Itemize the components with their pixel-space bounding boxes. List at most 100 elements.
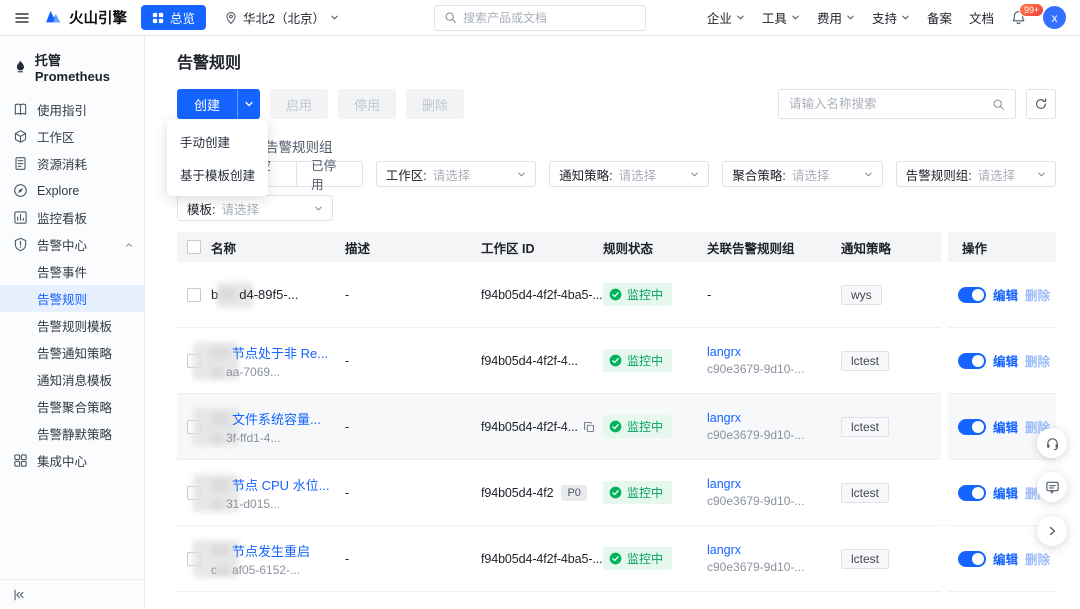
rule-description: - xyxy=(345,394,481,460)
menu-item-manual-create[interactable]: 手动创建 xyxy=(167,125,268,158)
rule-name-link[interactable]: 文件系统容量... xyxy=(232,412,321,427)
sidebar-item-notify-message-templates[interactable]: 通知消息模板 xyxy=(0,366,144,393)
sidebar-item-workspace[interactable]: 工作区 xyxy=(0,123,144,150)
rule-group-link[interactable]: langrx xyxy=(707,345,741,359)
aggregation-policy-filter-select[interactable]: 聚合策略: 请选择 xyxy=(722,161,883,187)
nav-enterprise[interactable]: 企业 xyxy=(707,8,745,27)
filter-bar: 全部 监控中 已停用 工作区: 请选择 通知策略: 请选择 聚合策略: 请选择 … xyxy=(177,159,1056,192)
nav-docs[interactable]: 文档 xyxy=(969,8,994,27)
copy-icon[interactable] xyxy=(583,421,595,433)
rule-enabled-toggle[interactable] xyxy=(958,286,986,303)
name-search-input[interactable] xyxy=(789,97,986,111)
brand-logo[interactable]: 火山引擎 xyxy=(44,7,127,28)
nav-icp[interactable]: 备案 xyxy=(927,8,952,27)
customer-service-button[interactable] xyxy=(1037,428,1067,458)
grid-icon xyxy=(14,454,27,467)
delete-button[interactable]: 删除 xyxy=(406,89,465,119)
template-filter-select[interactable]: 模板: 请选择 xyxy=(177,195,333,221)
sidebar-item-dashboards[interactable]: 监控看板 xyxy=(0,204,144,231)
rule-enabled-toggle[interactable] xyxy=(958,484,986,501)
delete-link[interactable]: 删除 xyxy=(1025,285,1050,304)
row-checkbox[interactable] xyxy=(187,551,201,566)
create-button[interactable]: 创建 xyxy=(177,89,261,119)
check-circle-icon xyxy=(609,420,622,433)
app-root: 火山引擎 总览 华北2（北京） 企业 工具 费用 支持 备案 文档 99+ x xyxy=(0,0,1080,609)
sidebar-item-alert-silence-policies[interactable]: 告警静默策略 xyxy=(0,420,144,447)
notification-bell[interactable]: 99+ xyxy=(1011,3,1045,25)
sidebar-item-alert-rules[interactable]: 告警规则 xyxy=(0,285,144,312)
enable-button[interactable]: 启用 xyxy=(270,89,329,119)
select-all-checkbox[interactable] xyxy=(187,240,201,254)
chevron-up-icon xyxy=(126,242,132,247)
alert-rules-table: 名称 描述 工作区 ID 规则状态 关联告警规则组 通知策略 操作 b d4-89… xyxy=(177,232,1056,592)
rule-group-link[interactable]: langrx xyxy=(707,543,741,557)
page-title: 告警规则 xyxy=(177,55,242,72)
edit-link[interactable]: 编辑 xyxy=(993,351,1018,370)
sidebar-item-resource-usage[interactable]: 资源消耗 xyxy=(0,150,144,177)
edit-link[interactable]: 编辑 xyxy=(993,417,1018,436)
rule-enabled-toggle[interactable] xyxy=(958,352,986,369)
chevron-down-icon xyxy=(245,101,253,107)
workspace-filter-select[interactable]: 工作区: 请选择 xyxy=(375,161,537,187)
rule-enabled-toggle[interactable] xyxy=(958,550,986,567)
nav-support[interactable]: 支持 xyxy=(872,8,910,27)
region-selector[interactable]: 华北2（北京） xyxy=(224,8,339,27)
notify-policy-filter-select[interactable]: 通知策略: 请选择 xyxy=(549,161,710,187)
disable-button[interactable]: 停用 xyxy=(338,89,397,119)
delete-link[interactable]: 删除 xyxy=(1025,351,1050,370)
rule-enabled-toggle[interactable] xyxy=(958,418,986,435)
refresh-button[interactable] xyxy=(1026,89,1056,119)
sidebar-item-alert-notify-policies[interactable]: 告警通知策略 xyxy=(0,339,144,366)
row-checkbox[interactable] xyxy=(187,287,201,302)
rule-group-id: c90e3679-9d10-... xyxy=(707,428,805,442)
sidebar-item-integration-center[interactable]: 集成中心 xyxy=(0,447,144,474)
rule-name-link[interactable]: 节点发生重启 xyxy=(232,544,310,559)
severity-chip: P0 xyxy=(561,484,587,501)
rule-group-link[interactable]: langrx xyxy=(707,411,741,425)
volcengine-logo-icon xyxy=(46,10,61,23)
tab-alert-rule-groups[interactable]: 告警规则组 xyxy=(265,136,333,156)
rule-tabs: 告警规则 告警规则组 xyxy=(177,131,1056,161)
status-filter-stopped[interactable]: 已停用 xyxy=(297,159,363,192)
edit-link[interactable]: 编辑 xyxy=(993,285,1018,304)
hamburger-menu-icon[interactable] xyxy=(14,10,30,26)
global-search[interactable] xyxy=(434,4,646,31)
col-rule-group: 关联告警规则组 xyxy=(707,232,841,262)
edit-link[interactable]: 编辑 xyxy=(993,483,1018,502)
menu-item-template-create[interactable]: 基于模板创建 xyxy=(167,158,268,191)
redaction-blur xyxy=(211,544,229,557)
delete-link[interactable]: 删除 xyxy=(1025,549,1050,568)
sidebar-item-alert-rule-templates[interactable]: 告警规则模板 xyxy=(0,312,144,339)
redaction-blur xyxy=(211,412,229,425)
nav-tools[interactable]: 工具 xyxy=(762,8,800,27)
overview-button[interactable]: 总览 xyxy=(141,5,207,30)
chevron-down-icon xyxy=(331,15,338,20)
rule-name-link[interactable]: 节点 CPU 水位... xyxy=(232,478,330,493)
name-search[interactable] xyxy=(778,89,1016,119)
expand-panel-button[interactable] xyxy=(1037,516,1067,546)
row-checkbox[interactable] xyxy=(187,485,201,500)
sidebar-item-alert-aggregation-policies[interactable]: 告警聚合策略 xyxy=(0,393,144,420)
rule-group-link[interactable]: langrx xyxy=(707,477,741,491)
location-pin-icon xyxy=(226,11,236,24)
global-search-input[interactable] xyxy=(463,10,636,25)
table-row: 节点发生重启 c af05-6152-... - f94b05d4-4f2f-4b… xyxy=(177,526,1056,592)
sidebar-item-explore[interactable]: Explore xyxy=(0,177,144,204)
status-badge: 监控中 xyxy=(603,283,673,306)
sidebar-item-guide[interactable]: 使用指引 xyxy=(0,96,144,123)
search-icon[interactable] xyxy=(992,98,1005,111)
rule-name-link[interactable]: 节点处于非 Re... xyxy=(232,346,328,361)
col-notify-policy: 通知策略 xyxy=(841,232,941,262)
survey-feedback-button[interactable] xyxy=(1037,472,1067,502)
rule-group-filter-select[interactable]: 告警规则组: 请选择 xyxy=(895,161,1056,187)
avatar[interactable]: x xyxy=(1043,6,1066,29)
edit-link[interactable]: 编辑 xyxy=(993,549,1018,568)
collapse-sidebar-icon[interactable] xyxy=(12,588,26,602)
create-dropdown-caret[interactable] xyxy=(237,89,260,119)
sidebar-item-alert-center[interactable]: 告警中心 xyxy=(0,231,144,258)
row-checkbox[interactable] xyxy=(187,353,201,368)
redaction-blur xyxy=(211,346,229,359)
nav-billing[interactable]: 费用 xyxy=(817,8,855,27)
sidebar-item-alert-events[interactable]: 告警事件 xyxy=(0,258,144,285)
row-checkbox[interactable] xyxy=(187,419,201,434)
